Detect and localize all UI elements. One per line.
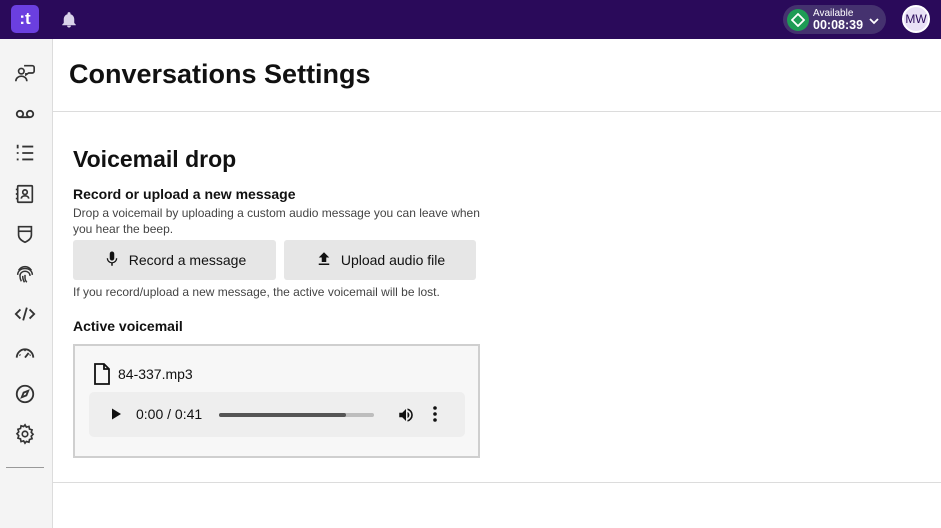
avatar[interactable]: MW (902, 5, 930, 33)
active-voicemail-heading: Active voicemail (73, 318, 183, 334)
record-upload-heading: Record or upload a new message (73, 186, 296, 202)
record-upload-description: Drop a voicemail by uploading a custom a… (73, 206, 480, 236)
overwrite-warning: If you record/upload a new message, the … (73, 285, 440, 299)
microphone-icon (103, 249, 121, 272)
upload-audio-button[interactable]: Upload audio file (284, 240, 476, 280)
playback-time: 0:00 / 0:41 (136, 406, 203, 422)
upload-icon (315, 249, 333, 272)
page-title: Conversations Settings (69, 59, 371, 89)
status-diamond-icon (787, 9, 809, 31)
record-message-label: Record a message (128, 252, 247, 268)
chevron-down-icon (868, 14, 880, 32)
audio-player: 0:00 / 0:41 (89, 392, 465, 437)
contacts-icon[interactable] (14, 183, 36, 205)
section-divider (53, 482, 941, 483)
gauge-icon[interactable] (14, 342, 36, 364)
availability-status[interactable]: Available 00:08:39 (783, 5, 886, 34)
voicemail-file-name: 84-337.mp3 (118, 366, 193, 382)
more-options-icon[interactable] (432, 405, 438, 428)
file-icon (93, 363, 111, 390)
app-logo[interactable]: :t (11, 5, 39, 33)
bell-icon[interactable] (60, 11, 78, 29)
play-icon[interactable] (109, 407, 123, 426)
playback-progress-fill (219, 413, 347, 417)
voicemail-icon[interactable] (14, 103, 36, 125)
section-title: Voicemail drop (73, 146, 237, 172)
record-message-button[interactable]: Record a message (73, 240, 276, 280)
sidebar-divider (6, 467, 44, 468)
top-bar: :t Available 00:08:39 MW (0, 0, 941, 39)
page-header: Conversations Settings (53, 39, 941, 112)
sidebar (0, 39, 53, 528)
compass-icon[interactable] (14, 383, 36, 405)
playback-progress-bar[interactable] (219, 413, 374, 417)
gear-icon[interactable] (14, 423, 36, 445)
active-voicemail-card: 84-337.mp3 0:00 / 0:41 (73, 344, 480, 458)
upload-audio-label: Upload audio file (340, 252, 446, 268)
status-timer: 00:08:39 (813, 18, 864, 32)
fingerprint-icon[interactable] (14, 263, 36, 285)
conversations-icon[interactable] (14, 62, 36, 84)
shield-icon[interactable] (14, 223, 36, 245)
code-icon[interactable] (14, 303, 36, 325)
volume-icon[interactable] (397, 406, 415, 429)
list-icon[interactable] (14, 142, 36, 164)
